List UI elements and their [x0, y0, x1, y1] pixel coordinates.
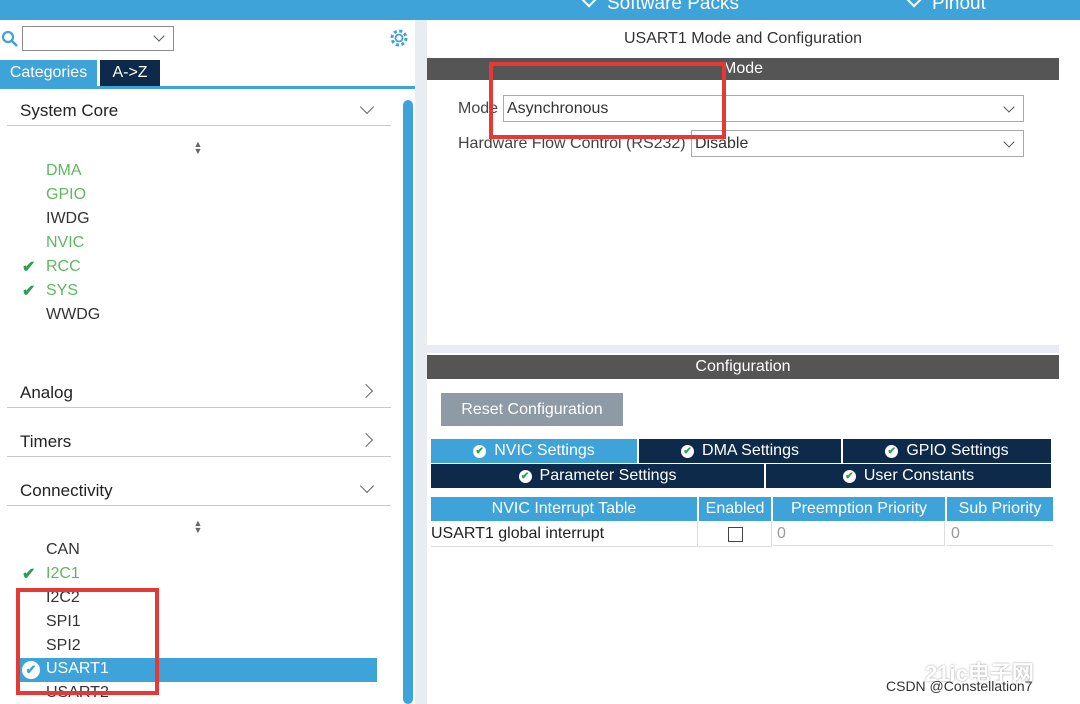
- chevron-down-icon: [580, 0, 598, 8]
- category-timers[interactable]: Timers: [20, 432, 71, 452]
- chevron-right-icon[interactable]: [358, 383, 374, 399]
- panel-title: USART1 Mode and Configuration: [623, 30, 863, 47]
- search-input[interactable]: [22, 26, 174, 51]
- panel-divider[interactable]: [415, 20, 427, 704]
- list-item-can[interactable]: CAN: [46, 541, 80, 559]
- check-circle-icon: ✔: [473, 445, 487, 458]
- table-cell-interrupt-name: USART1 global interrupt: [431, 522, 698, 547]
- highlight-box: [16, 588, 159, 695]
- tab-user-constants[interactable]: ✔ User Constants: [766, 464, 1051, 488]
- tab-parameter-settings[interactable]: ✔ Parameter Settings: [431, 464, 764, 488]
- tab-categories[interactable]: Categories: [0, 60, 97, 86]
- list-item-iwdg[interactable]: IWDG: [46, 210, 90, 228]
- check-circle-icon: ✔: [842, 470, 856, 483]
- sort-icon[interactable]: ▲ ▼: [193, 519, 203, 535]
- gear-icon[interactable]: [388, 27, 410, 49]
- check-icon: ✔: [22, 566, 36, 583]
- configuration-section-header: Configuration: [427, 355, 1059, 379]
- category-connectivity[interactable]: Connectivity: [20, 481, 113, 501]
- chevron-down-icon: [1003, 136, 1015, 148]
- tab-gpio-settings[interactable]: ✔ GPIO Settings: [843, 439, 1051, 463]
- chevron-down-icon[interactable]: [359, 99, 375, 115]
- tabs-underline: [0, 86, 415, 89]
- divider: [7, 407, 391, 408]
- category-analog[interactable]: Analog: [20, 383, 73, 403]
- divider: [7, 125, 391, 126]
- column-header-interrupt[interactable]: NVIC Interrupt Table: [431, 497, 697, 521]
- right-edge-panel: [1059, 20, 1080, 704]
- chevron-down-icon: [153, 30, 165, 42]
- highlight-box: [489, 62, 726, 139]
- configuration-panel: Configuration Reset Configuration ✔ NVIC …: [427, 353, 1059, 704]
- list-item-rcc[interactable]: RCC: [46, 258, 81, 276]
- search-icon[interactable]: [1, 30, 19, 48]
- check-circle-icon: ✔: [885, 445, 899, 458]
- category-tabs: Categories A->Z: [0, 60, 415, 86]
- chevron-down-icon: [905, 0, 923, 8]
- column-header-preemption-priority[interactable]: Preemption Priority: [773, 497, 945, 521]
- top-toolbar: Software Packs Pinout: [0, 0, 1080, 20]
- column-header-enabled[interactable]: Enabled: [699, 497, 771, 521]
- table-cell-preemption-priority[interactable]: 0: [773, 522, 945, 546]
- list-item-nvic[interactable]: NVIC: [46, 234, 84, 252]
- check-circle-icon: ✔: [681, 445, 695, 458]
- search-row: [0, 20, 415, 58]
- watermark-text: CSDN @Constellation7: [886, 678, 1033, 694]
- sort-icon[interactable]: ▲ ▼: [193, 140, 203, 156]
- check-icon: ✔: [22, 283, 36, 300]
- check-icon: ✔: [22, 259, 36, 276]
- mode-panel: USART1 Mode and Configuration Mode Mode …: [427, 20, 1059, 345]
- pinout-tab[interactable]: Pinout: [905, 0, 986, 15]
- software-packs-tab[interactable]: Software Packs: [580, 0, 739, 15]
- chevron-down-icon: [1003, 101, 1015, 113]
- list-item-i2c1[interactable]: I2C1: [46, 565, 80, 583]
- scrollbar[interactable]: [403, 100, 413, 704]
- tab-dma-settings[interactable]: ✔ DMA Settings: [639, 439, 841, 463]
- chevron-right-icon[interactable]: [358, 432, 374, 448]
- divider: [7, 505, 391, 506]
- tab-nvic-settings[interactable]: ✔ NVIC Settings: [431, 439, 637, 463]
- table-cell-sub-priority[interactable]: 0: [947, 522, 1053, 546]
- divider: [7, 456, 391, 457]
- list-item-dma[interactable]: DMA: [46, 162, 82, 180]
- hardware-flow-control-select[interactable]: Disable: [691, 130, 1024, 157]
- list-item-wwdg[interactable]: WWDG: [46, 306, 100, 324]
- list-item-gpio[interactable]: GPIO: [46, 186, 86, 204]
- check-circle-icon: ✔: [518, 470, 532, 483]
- left-panel: Categories A->Z System Core ▲ ▼ DMA GPIO …: [0, 20, 415, 704]
- tab-a-to-z[interactable]: A->Z: [100, 60, 160, 86]
- category-system-core[interactable]: System Core: [20, 101, 118, 121]
- list-item-sys[interactable]: SYS: [46, 282, 78, 300]
- reset-configuration-button[interactable]: Reset Configuration: [441, 393, 623, 426]
- column-header-sub-priority[interactable]: Sub Priority: [947, 497, 1053, 521]
- chevron-down-icon[interactable]: [359, 478, 375, 494]
- enabled-checkbox[interactable]: [728, 527, 743, 542]
- table-cell-enabled: [699, 522, 772, 547]
